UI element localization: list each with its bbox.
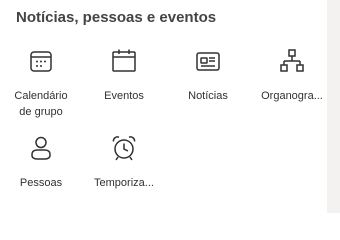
tile-countdown-timer[interactable]: Temporiza... bbox=[90, 134, 158, 191]
right-rail bbox=[327, 0, 340, 213]
news-icon bbox=[194, 47, 222, 75]
tile-label: Temporiza... bbox=[94, 177, 154, 189]
org-chart-icon bbox=[278, 47, 306, 75]
tile-events[interactable]: Eventos bbox=[90, 47, 158, 104]
tile-label: Organogra... bbox=[261, 90, 323, 102]
person-icon bbox=[27, 134, 55, 162]
tile-label: Pessoas bbox=[19, 177, 63, 189]
tile-label: Calendário de grupo bbox=[14, 90, 68, 118]
tile-label: Notícias bbox=[188, 90, 228, 102]
tile-group-calendar[interactable]: Calendário de grupo bbox=[7, 47, 75, 120]
tile-label: Eventos bbox=[104, 90, 144, 102]
calendar-icon bbox=[110, 47, 138, 75]
tile-news[interactable]: Notícias bbox=[174, 47, 242, 104]
tile-people[interactable]: Pessoas bbox=[7, 134, 75, 191]
section-title: Notícias, pessoas e eventos bbox=[16, 9, 217, 26]
tile-org-chart[interactable]: Organogra... bbox=[256, 47, 328, 104]
alarm-clock-icon bbox=[110, 134, 138, 162]
group-calendar-icon bbox=[27, 47, 55, 75]
web-part-toolbox-panel: Notícias, pessoas e eventos Calendário d… bbox=[0, 0, 327, 213]
